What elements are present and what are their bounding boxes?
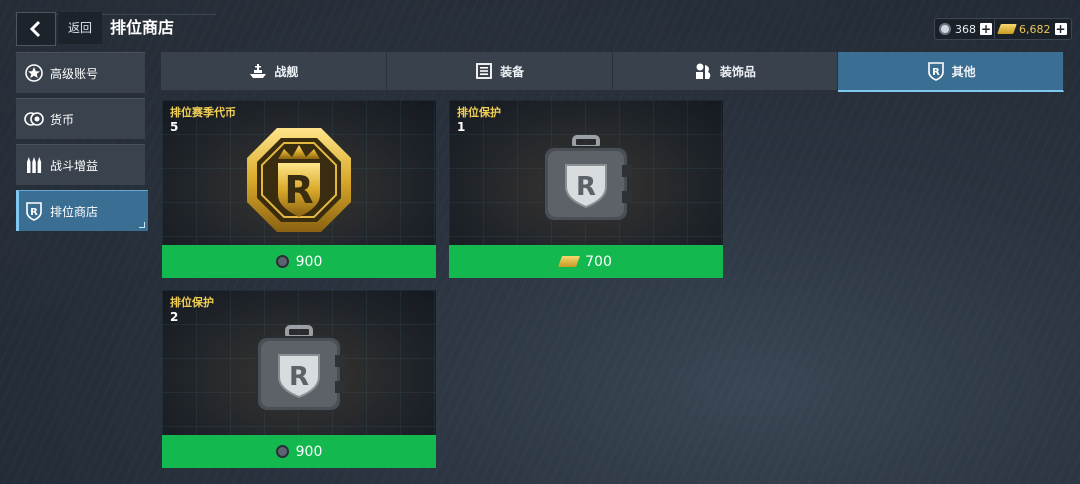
chevron-left-icon [29,20,41,38]
star-badge-icon [24,63,44,83]
sidebar-item-label: 高级账号 [50,66,99,81]
gold-bar-icon [997,24,1017,34]
buy-button[interactable]: 900 [162,245,436,278]
sidebar-item-ranked-shop[interactable]: R 排位商店 [16,190,148,231]
ranked-shield-icon: R [926,61,946,81]
sidebar-item-currency[interactable]: 货币 [16,98,145,139]
silver-coin-amount: 368 [955,22,976,36]
top-bar: 返回 排位商店 368 + 6,682 + [0,0,1080,46]
silver-coin-icon [275,255,289,268]
item-artwork: R 排位赛季代币 5 [162,100,436,245]
equipment-icon [474,61,494,81]
item-name: 排位保护 [170,296,214,309]
svg-text:R: R [576,172,596,202]
page-title: 排位商店 [110,18,175,37]
item-artwork: R 排位保护 1 [449,100,723,245]
ammo-icon [24,155,44,175]
buy-button[interactable]: 700 [449,245,723,278]
tab-label: 其他 [951,64,976,79]
tab-other[interactable]: R 其他 [838,52,1064,92]
silver-coin-balance: 368 + [934,18,997,40]
tab-decorations[interactable]: 装饰品 [612,52,839,92]
silver-coin-icon [939,23,951,35]
sidebar-item-label: 战斗增益 [50,158,99,173]
svg-text:R: R [30,207,38,218]
item-quantity: 5 [170,120,179,134]
shop-item-card[interactable]: R 排位赛季代币 5 900 [162,100,436,278]
item-price: 900 [295,443,323,460]
item-price: 900 [295,253,323,270]
item-name: 排位保护 [457,106,501,119]
silver-coin-icon [275,445,289,458]
active-corner-marker [139,222,145,228]
ranked-shield-icon: R [24,201,44,221]
shop-item-card[interactable]: R 排位保护 2 900 [162,290,436,468]
svg-text:R: R [289,362,309,392]
item-artwork: R 排位保护 2 [162,290,436,435]
item-quantity: 1 [457,120,466,134]
gold-amount: 6,682 [1019,22,1051,36]
rank-protection-case-icon: R [543,135,632,222]
shop-item-card[interactable]: R 排位保护 1 700 [449,100,723,278]
back-button[interactable] [16,12,56,46]
item-name: 排位赛季代币 [170,106,236,119]
decoration-icon [694,61,714,81]
item-quantity: 2 [170,310,179,324]
sidebar-item-combat-boost[interactable]: 战斗增益 [16,144,145,185]
rank-protection-case-icon: R [256,325,345,412]
svg-text:R: R [932,67,940,78]
add-gold-button[interactable]: + [1054,23,1067,35]
back-label[interactable]: 返回 [58,12,103,44]
tab-label: 装备 [500,64,525,79]
sidebar-item-premium-account[interactable]: 高级账号 [16,52,145,93]
tab-equipment[interactable]: 装备 [386,52,613,92]
gold-balance: 6,682 + [994,18,1072,40]
sidebar-item-label: 排位商店 [50,204,99,219]
svg-text:R: R [284,168,313,212]
coins-icon [24,109,44,129]
gold-bar-icon [558,256,581,267]
category-tabs: 战舰 装备 装饰品 R 其他 [161,52,1064,92]
sidebar-item-label: 货币 [50,112,75,127]
item-price: 700 [585,253,612,270]
ranked-season-token-icon: R [247,128,351,232]
tab-label: 战舰 [274,64,299,79]
tab-warships[interactable]: 战舰 [161,52,387,92]
add-silver-coin-button[interactable]: + [980,23,992,35]
buy-button[interactable]: 900 [162,435,436,468]
warship-icon [248,61,268,81]
tab-label: 装饰品 [719,64,756,79]
